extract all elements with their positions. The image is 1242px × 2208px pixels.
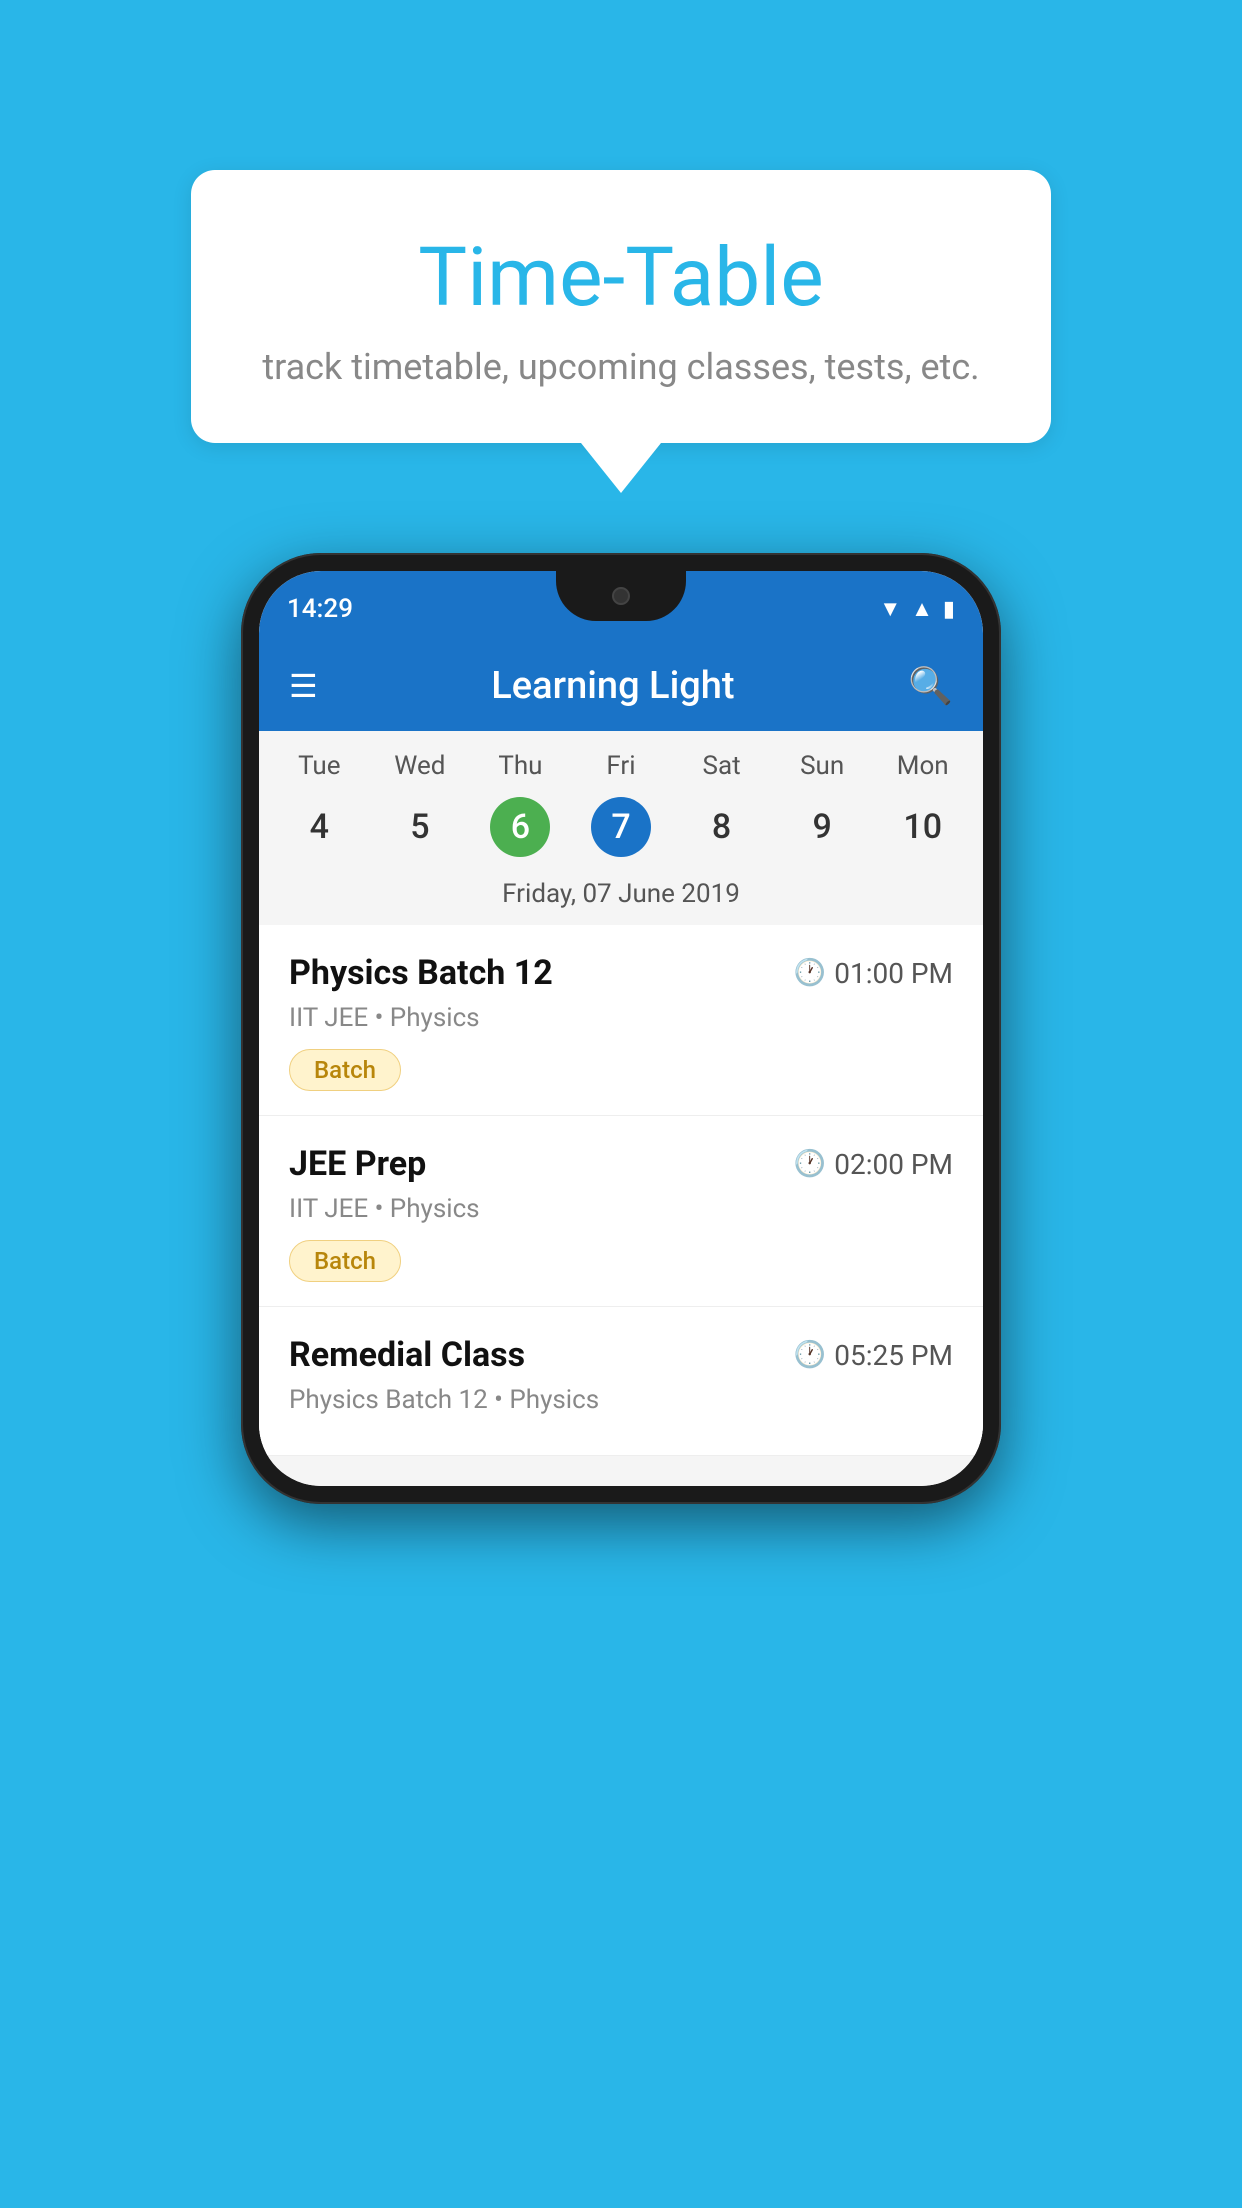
date-6-today[interactable]: 6 [490, 797, 550, 857]
day-sat: Sat [671, 751, 772, 781]
time-value-1: 02:00 PM [834, 1148, 953, 1181]
camera-dot [612, 587, 630, 605]
bubble-arrow [581, 443, 661, 493]
phone-screen: 14:29 ▼ ▲ ▮ ☰ Learning Light 🔍 Tue [259, 571, 983, 1486]
bubble-title: Time-Table [251, 230, 991, 326]
date-9[interactable]: 9 [772, 797, 873, 857]
day-sun: Sun [772, 751, 873, 781]
day-tue: Tue [269, 751, 370, 781]
clock-icon-0: 🕐 [794, 958, 826, 988]
clock-icon-2: 🕐 [794, 1340, 826, 1370]
class-card-1[interactable]: JEE Prep 🕐 02:00 PM IIT JEE • Physics Ba… [259, 1116, 983, 1307]
phone-wrapper: 14:29 ▼ ▲ ▮ ☰ Learning Light 🔍 Tue [241, 553, 1001, 1504]
time-value-0: 01:00 PM [834, 957, 953, 990]
date-7-selected[interactable]: 7 [591, 797, 651, 857]
phone-outer: 14:29 ▼ ▲ ▮ ☰ Learning Light 🔍 Tue [241, 553, 1001, 1504]
class-time-1: 🕐 02:00 PM [794, 1148, 953, 1181]
class-meta-2: Physics Batch 12 • Physics [289, 1385, 953, 1415]
class-time-2: 🕐 05:25 PM [794, 1339, 953, 1372]
clock-icon-1: 🕐 [794, 1149, 826, 1179]
date-8[interactable]: 8 [671, 797, 772, 857]
day-thu: Thu [470, 751, 571, 781]
battery-icon: ▮ [943, 597, 955, 622]
notch [556, 571, 686, 621]
bubble-subtitle: track timetable, upcoming classes, tests… [251, 346, 991, 388]
phone-bottom [259, 1456, 983, 1486]
class-card-0[interactable]: Physics Batch 12 🕐 01:00 PM IIT JEE • Ph… [259, 925, 983, 1116]
status-icons: ▼ ▲ ▮ [879, 596, 955, 622]
class-card-header-1: JEE Prep 🕐 02:00 PM [289, 1144, 953, 1184]
signal-icon: ▲ [911, 596, 933, 622]
class-meta-1: IIT JEE • Physics [289, 1194, 953, 1224]
calendar-section: Tue Wed Thu Fri Sat Sun Mon 4 5 6 7 8 9 … [259, 731, 983, 925]
class-time-0: 🕐 01:00 PM [794, 957, 953, 990]
calendar-dates: 4 5 6 7 8 9 10 [259, 789, 983, 871]
day-mon: Mon [872, 751, 973, 781]
day-wed: Wed [370, 751, 471, 781]
app-bar: ☰ Learning Light 🔍 [259, 641, 983, 731]
batch-badge-1: Batch [289, 1240, 401, 1282]
date-4[interactable]: 4 [269, 797, 370, 857]
speech-bubble: Time-Table track timetable, upcoming cla… [191, 170, 1051, 443]
wifi-icon: ▼ [879, 596, 901, 622]
date-10[interactable]: 10 [872, 797, 973, 857]
time-value-2: 05:25 PM [834, 1339, 953, 1372]
menu-icon[interactable]: ☰ [289, 667, 318, 705]
classes-list: Physics Batch 12 🕐 01:00 PM IIT JEE • Ph… [259, 925, 983, 1456]
status-bar: 14:29 ▼ ▲ ▮ [259, 571, 983, 641]
batch-badge-0: Batch [289, 1049, 401, 1091]
class-name-2: Remedial Class [289, 1335, 525, 1375]
calendar-days-header: Tue Wed Thu Fri Sat Sun Mon [259, 731, 983, 789]
class-name-1: JEE Prep [289, 1144, 426, 1184]
selected-date-label: Friday, 07 June 2019 [259, 871, 983, 925]
app-title: Learning Light [491, 664, 734, 708]
class-card-2[interactable]: Remedial Class 🕐 05:25 PM Physics Batch … [259, 1307, 983, 1456]
class-name-0: Physics Batch 12 [289, 953, 553, 993]
day-fri: Fri [571, 751, 672, 781]
class-card-header-0: Physics Batch 12 🕐 01:00 PM [289, 953, 953, 993]
class-meta-0: IIT JEE • Physics [289, 1003, 953, 1033]
status-time: 14:29 [287, 594, 353, 624]
class-card-header-2: Remedial Class 🕐 05:25 PM [289, 1335, 953, 1375]
date-5[interactable]: 5 [370, 797, 471, 857]
search-icon[interactable]: 🔍 [908, 665, 953, 707]
speech-bubble-wrapper: Time-Table track timetable, upcoming cla… [191, 170, 1051, 493]
